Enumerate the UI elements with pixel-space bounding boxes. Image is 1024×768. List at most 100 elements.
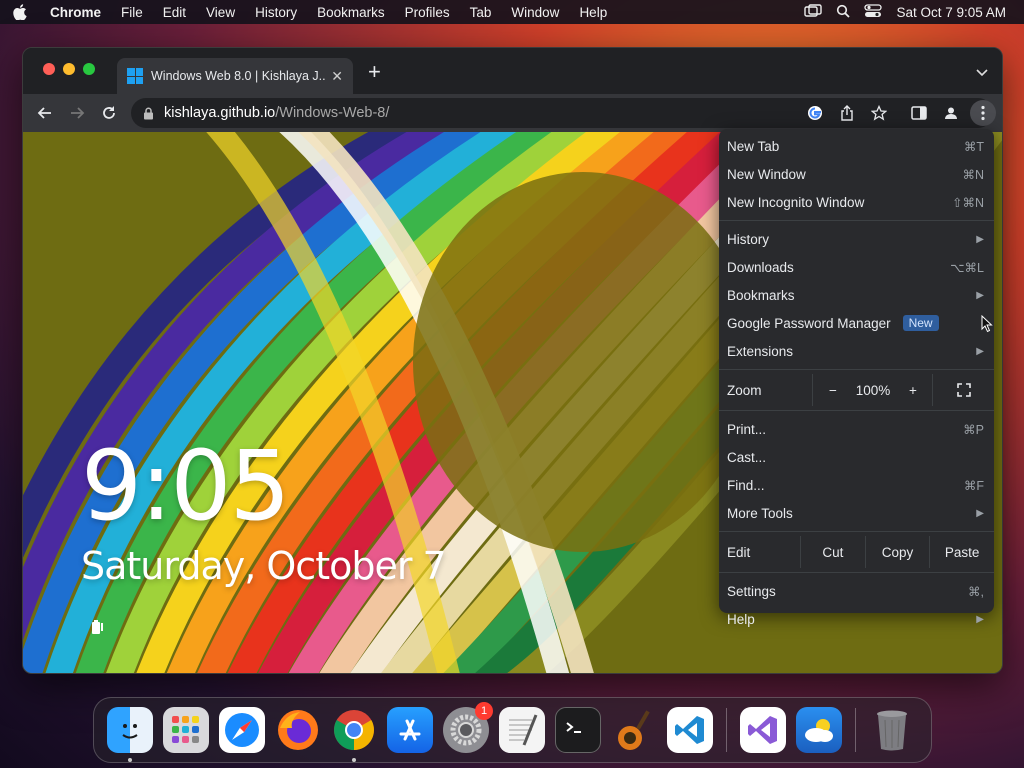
window-controls: [43, 63, 95, 75]
macos-menu-bar: Chrome File Edit View History Bookmarks …: [0, 0, 1024, 24]
zoom-out-button[interactable]: −: [819, 374, 847, 406]
fullscreen-button[interactable]: [932, 374, 994, 406]
firefox-icon[interactable]: [275, 707, 321, 753]
tab-strip: Windows Web 8.0 | Kishlaya J... ✕ +: [23, 48, 1002, 94]
screen-mirroring-icon[interactable]: [804, 3, 823, 21]
menubar-tab[interactable]: Tab: [460, 5, 502, 20]
menu-new-incognito-window[interactable]: New Incognito Window ⇧⌘N: [719, 188, 994, 216]
menu-extensions[interactable]: Extensions ▶: [719, 337, 994, 365]
safari-icon[interactable]: [219, 707, 265, 753]
copy-button[interactable]: Copy: [866, 536, 931, 568]
trash-icon[interactable]: [869, 707, 915, 753]
share-icon[interactable]: [834, 100, 860, 126]
menu-shortcut: ⌥⌘L: [950, 260, 984, 275]
menubar-window[interactable]: Window: [501, 5, 569, 20]
app-store-icon[interactable]: [387, 707, 433, 753]
menubar-bookmarks[interactable]: Bookmarks: [307, 5, 395, 20]
back-button[interactable]: [29, 97, 61, 129]
menu-print[interactable]: Print... ⌘P: [719, 415, 994, 443]
submenu-arrow-icon: ▶: [976, 507, 984, 519]
menubar-app-name[interactable]: Chrome: [40, 5, 111, 20]
menu-google-password-manager[interactable]: Google Password Manager New: [719, 309, 994, 337]
running-indicator: [128, 758, 132, 762]
menubar-edit[interactable]: Edit: [153, 5, 196, 20]
lock-icon[interactable]: [143, 107, 154, 120]
menu-item-label: More Tools: [727, 505, 793, 521]
chrome-main-menu: New Tab ⌘T New Window ⌘N New Incognito Win…: [719, 129, 994, 627]
menu-item-label: Settings: [727, 583, 776, 599]
menu-item-label: Print...: [727, 421, 767, 437]
menu-settings[interactable]: Settings ⌘,: [719, 577, 994, 605]
textedit-icon[interactable]: [499, 707, 545, 753]
submenu-arrow-icon: ▶: [976, 289, 984, 301]
cut-button[interactable]: Cut: [801, 536, 866, 568]
menu-shortcut: ⌘,: [968, 584, 984, 599]
mouse-pointer-icon: [981, 314, 993, 338]
bookmark-star-icon[interactable]: [866, 100, 892, 126]
menu-shortcut: ⌘N: [962, 167, 984, 182]
menu-item-label: Google Password Manager: [727, 315, 891, 331]
zoom-window-button[interactable]: [83, 63, 95, 75]
dock-divider: [855, 708, 856, 752]
menu-downloads[interactable]: Downloads ⌥⌘L: [719, 253, 994, 281]
weather-icon[interactable]: [796, 707, 842, 753]
menu-separator: [719, 369, 994, 370]
url-host: kishlaya.github.io: [164, 105, 276, 121]
terminal-icon[interactable]: [555, 707, 601, 753]
visual-studio-icon[interactable]: [740, 707, 786, 753]
tab-search-chevron-icon[interactable]: [976, 64, 988, 82]
google-lens-icon[interactable]: [802, 100, 828, 126]
menubar-help[interactable]: Help: [569, 5, 617, 20]
menu-item-label: New Incognito Window: [727, 194, 865, 210]
reload-button[interactable]: [93, 97, 125, 129]
spotlight-search-icon[interactable]: [836, 4, 851, 21]
minimize-window-button[interactable]: [63, 63, 75, 75]
menu-find[interactable]: Find... ⌘F: [719, 471, 994, 499]
chrome-dock-icon[interactable]: [331, 707, 377, 762]
fullscreen-icon: [956, 383, 971, 397]
submenu-arrow-icon: ▶: [976, 613, 984, 625]
system-settings-icon[interactable]: 1: [443, 702, 493, 753]
close-tab-icon[interactable]: ✕: [331, 68, 343, 85]
close-window-button[interactable]: [43, 63, 55, 75]
menu-help[interactable]: Help ▶: [719, 605, 994, 633]
menu-separator: [719, 572, 994, 573]
garageband-icon[interactable]: [611, 707, 657, 753]
menu-separator: [719, 410, 994, 411]
menubar-clock[interactable]: Sat Oct 7 9:05 AM: [896, 5, 1006, 20]
paste-button[interactable]: Paste: [930, 536, 994, 568]
macos-dock: 1: [93, 697, 932, 763]
windows-logo-icon: [127, 68, 143, 84]
launchpad-icon[interactable]: [163, 707, 209, 753]
menubar-profiles[interactable]: Profiles: [395, 5, 460, 20]
active-tab[interactable]: Windows Web 8.0 | Kishlaya J... ✕: [117, 58, 353, 94]
new-badge: New: [902, 315, 939, 331]
control-center-icon[interactable]: [864, 3, 883, 21]
profile-avatar-icon[interactable]: [938, 100, 964, 126]
chrome-menu-kebab-icon[interactable]: [970, 100, 996, 126]
menu-cast[interactable]: Cast...: [719, 443, 994, 471]
menu-bookmarks[interactable]: Bookmarks ▶: [719, 281, 994, 309]
menubar-view[interactable]: View: [196, 5, 245, 20]
menu-new-tab[interactable]: New Tab ⌘T: [719, 132, 994, 160]
side-panel-icon[interactable]: [906, 100, 932, 126]
new-tab-button[interactable]: +: [368, 61, 381, 83]
finder-icon[interactable]: [107, 707, 153, 762]
forward-button[interactable]: [61, 97, 93, 129]
menu-item-label: History: [727, 231, 770, 247]
menu-more-tools[interactable]: More Tools ▶: [719, 499, 994, 527]
zoom-in-button[interactable]: +: [899, 374, 927, 406]
menu-edit-row: Edit Cut Copy Paste: [719, 536, 994, 568]
lockscreen-time: 9:05: [81, 430, 291, 542]
submenu-arrow-icon: ▶: [976, 233, 984, 245]
menu-item-label: Find...: [727, 477, 765, 493]
menu-shortcut: ⌘P: [963, 422, 984, 437]
menu-history[interactable]: History ▶: [719, 225, 994, 253]
apple-menu-icon[interactable]: [0, 4, 40, 20]
menu-item-label: New Tab: [727, 138, 780, 154]
vscode-icon[interactable]: [667, 707, 713, 753]
menu-item-label: Bookmarks: [727, 287, 795, 303]
menubar-history[interactable]: History: [245, 5, 307, 20]
menu-new-window[interactable]: New Window ⌘N: [719, 160, 994, 188]
menubar-file[interactable]: File: [111, 5, 153, 20]
